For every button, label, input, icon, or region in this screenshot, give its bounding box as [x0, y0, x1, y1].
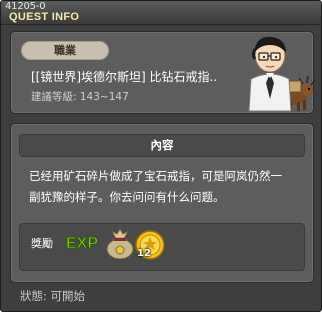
exp-icon[interactable]: EXP [65, 232, 105, 253]
title-bar[interactable]: 41205-0 QUEST INFO [1, 1, 321, 25]
meso-bag-icon[interactable] [103, 225, 137, 261]
reward-label: 獎勵 [31, 237, 53, 250]
quest-name: [[镜世界]埃德尔斯坦] 比钻石戒指.. [31, 70, 218, 84]
window-title: QUEST INFO [9, 11, 80, 23]
coin-count: 12 [137, 248, 151, 259]
description-line-2: 副犹豫的样子。你去问问有什么问题。 [29, 190, 225, 204]
quest-description: 已经用矿石碎片做成了宝石戒指，可是阿岚仍然一 副犹豫的样子。你去问问有什么问题。 [29, 166, 305, 208]
job-label-pill: 職業 [21, 41, 109, 60]
exp-text: EXP [66, 235, 98, 252]
level-requirement: 建議等級: 143~147 [31, 91, 129, 103]
quest-info-window: 41205-0 QUEST INFO 職業 [[镜世界]埃德尔斯坦] 比钻石戒指… [0, 0, 322, 312]
content-header: 內容 [19, 134, 305, 157]
quest-status: 狀態: 可開始 [20, 289, 86, 303]
npc-portrait [248, 36, 316, 112]
description-line-1: 已经用矿石碎片做成了宝石戒指，可是阿岚仍然一 [29, 169, 282, 183]
